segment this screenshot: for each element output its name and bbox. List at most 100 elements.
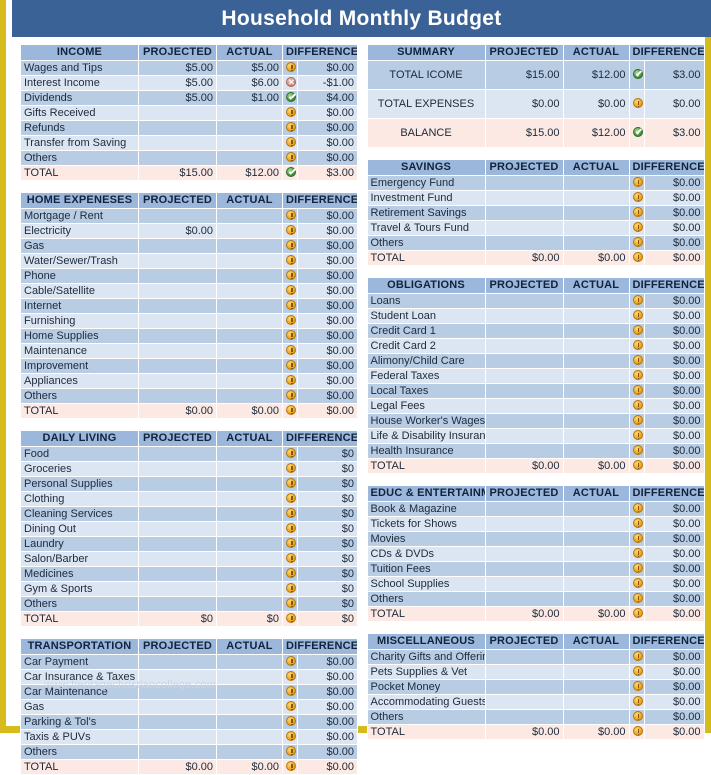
projected-cell[interactable]: [139, 209, 217, 224]
table-row[interactable]: Credit Card 2$0.00: [367, 339, 704, 354]
actual-cell[interactable]: [217, 507, 283, 522]
table-row[interactable]: Loans$0.00: [367, 294, 704, 309]
table-row[interactable]: Car Insurance & Taxes$0.00: [21, 670, 358, 685]
actual-cell[interactable]: [563, 650, 629, 665]
projected-cell[interactable]: $0.00: [139, 224, 217, 239]
projected-cell[interactable]: [485, 710, 563, 725]
actual-cell[interactable]: [217, 121, 283, 136]
projected-cell[interactable]: [485, 221, 563, 236]
table-row[interactable]: Others$0.00: [21, 389, 358, 404]
table-row[interactable]: Tickets for Shows$0.00: [367, 517, 704, 532]
table-row[interactable]: Home Supplies$0.00: [21, 329, 358, 344]
table-row[interactable]: Groceries$0: [21, 462, 358, 477]
table-row[interactable]: Tuition Fees$0.00: [367, 562, 704, 577]
actual-cell[interactable]: [563, 680, 629, 695]
actual-cell[interactable]: [217, 567, 283, 582]
table-row[interactable]: Transfer from Saving$0.00: [21, 136, 358, 151]
projected-cell[interactable]: [139, 507, 217, 522]
actual-cell[interactable]: [217, 522, 283, 537]
projected-cell[interactable]: [139, 136, 217, 151]
actual-cell[interactable]: [563, 429, 629, 444]
actual-cell[interactable]: [217, 537, 283, 552]
actual-cell[interactable]: [563, 339, 629, 354]
table-row[interactable]: Pocket Money$0.00: [367, 680, 704, 695]
projected-cell[interactable]: [139, 329, 217, 344]
table-row[interactable]: Gas$0.00: [21, 239, 358, 254]
projected-cell[interactable]: [485, 695, 563, 710]
actual-cell[interactable]: [563, 309, 629, 324]
projected-cell[interactable]: [139, 582, 217, 597]
actual-cell[interactable]: [563, 414, 629, 429]
projected-cell[interactable]: [485, 384, 563, 399]
actual-cell[interactable]: $0.00: [563, 90, 629, 119]
actual-cell[interactable]: [217, 730, 283, 745]
actual-cell[interactable]: [563, 547, 629, 562]
table-row[interactable]: Others$0: [21, 597, 358, 612]
projected-cell[interactable]: $5.00: [139, 61, 217, 76]
table-row[interactable]: Book & Magazine$0.00: [367, 502, 704, 517]
actual-cell[interactable]: [217, 670, 283, 685]
table-row[interactable]: Improvement$0.00: [21, 359, 358, 374]
table-row[interactable]: Parking & Tol's$0.00: [21, 715, 358, 730]
table-row[interactable]: Appliances$0.00: [21, 374, 358, 389]
projected-cell[interactable]: [485, 414, 563, 429]
actual-cell[interactable]: $12.00: [563, 61, 629, 90]
actual-cell[interactable]: [563, 294, 629, 309]
actual-cell[interactable]: [563, 517, 629, 532]
table-row[interactable]: Retirement Savings$0.00: [367, 206, 704, 221]
projected-cell[interactable]: [139, 670, 217, 685]
table-row[interactable]: Life & Disability Insurance$0.00: [367, 429, 704, 444]
actual-cell[interactable]: [217, 329, 283, 344]
table-row[interactable]: Cable/Satellite$0.00: [21, 284, 358, 299]
projected-cell[interactable]: [139, 552, 217, 567]
actual-cell[interactable]: [217, 552, 283, 567]
projected-cell[interactable]: [139, 462, 217, 477]
actual-cell[interactable]: [217, 224, 283, 239]
table-row[interactable]: Furnishing$0.00: [21, 314, 358, 329]
projected-cell[interactable]: [139, 700, 217, 715]
projected-cell[interactable]: [485, 206, 563, 221]
actual-cell[interactable]: [217, 597, 283, 612]
table-row[interactable]: Interest Income$5.00$6.00-$1.00: [21, 76, 358, 91]
table-row[interactable]: Others$0.00: [367, 710, 704, 725]
table-row[interactable]: School Supplies$0.00: [367, 577, 704, 592]
projected-cell[interactable]: [139, 597, 217, 612]
actual-cell[interactable]: [217, 254, 283, 269]
actual-cell[interactable]: [563, 221, 629, 236]
actual-cell[interactable]: [563, 665, 629, 680]
projected-cell[interactable]: [139, 522, 217, 537]
actual-cell[interactable]: [563, 369, 629, 384]
table-row[interactable]: Personal Supplies$0: [21, 477, 358, 492]
table-row[interactable]: Refunds$0.00: [21, 121, 358, 136]
projected-cell[interactable]: [139, 492, 217, 507]
projected-cell[interactable]: [139, 730, 217, 745]
actual-cell[interactable]: [217, 209, 283, 224]
actual-cell[interactable]: [563, 191, 629, 206]
projected-cell[interactable]: [485, 339, 563, 354]
table-row[interactable]: Taxis & PUVs$0.00: [21, 730, 358, 745]
projected-cell[interactable]: [485, 176, 563, 191]
table-row[interactable]: Others$0.00: [21, 745, 358, 760]
actual-cell[interactable]: [217, 492, 283, 507]
table-row[interactable]: Medicines$0: [21, 567, 358, 582]
actual-cell[interactable]: [217, 106, 283, 121]
table-row[interactable]: Food$0: [21, 447, 358, 462]
projected-cell[interactable]: [485, 665, 563, 680]
actual-cell[interactable]: [563, 502, 629, 517]
table-row[interactable]: Cleaning Services$0: [21, 507, 358, 522]
actual-cell[interactable]: [563, 562, 629, 577]
projected-cell[interactable]: [139, 359, 217, 374]
table-row[interactable]: Wages and Tips$5.00$5.00$0.00: [21, 61, 358, 76]
projected-cell[interactable]: [485, 294, 563, 309]
actual-cell[interactable]: [217, 284, 283, 299]
projected-cell[interactable]: [139, 685, 217, 700]
projected-cell[interactable]: [139, 655, 217, 670]
projected-cell[interactable]: [485, 309, 563, 324]
table-row[interactable]: Investment Fund$0.00: [367, 191, 704, 206]
projected-cell[interactable]: [485, 429, 563, 444]
table-row[interactable]: Student Loan$0.00: [367, 309, 704, 324]
actual-cell[interactable]: [563, 710, 629, 725]
projected-cell[interactable]: [485, 191, 563, 206]
table-row[interactable]: Dividends$5.00$1.00$4.00: [21, 91, 358, 106]
table-row[interactable]: Internet$0.00: [21, 299, 358, 314]
